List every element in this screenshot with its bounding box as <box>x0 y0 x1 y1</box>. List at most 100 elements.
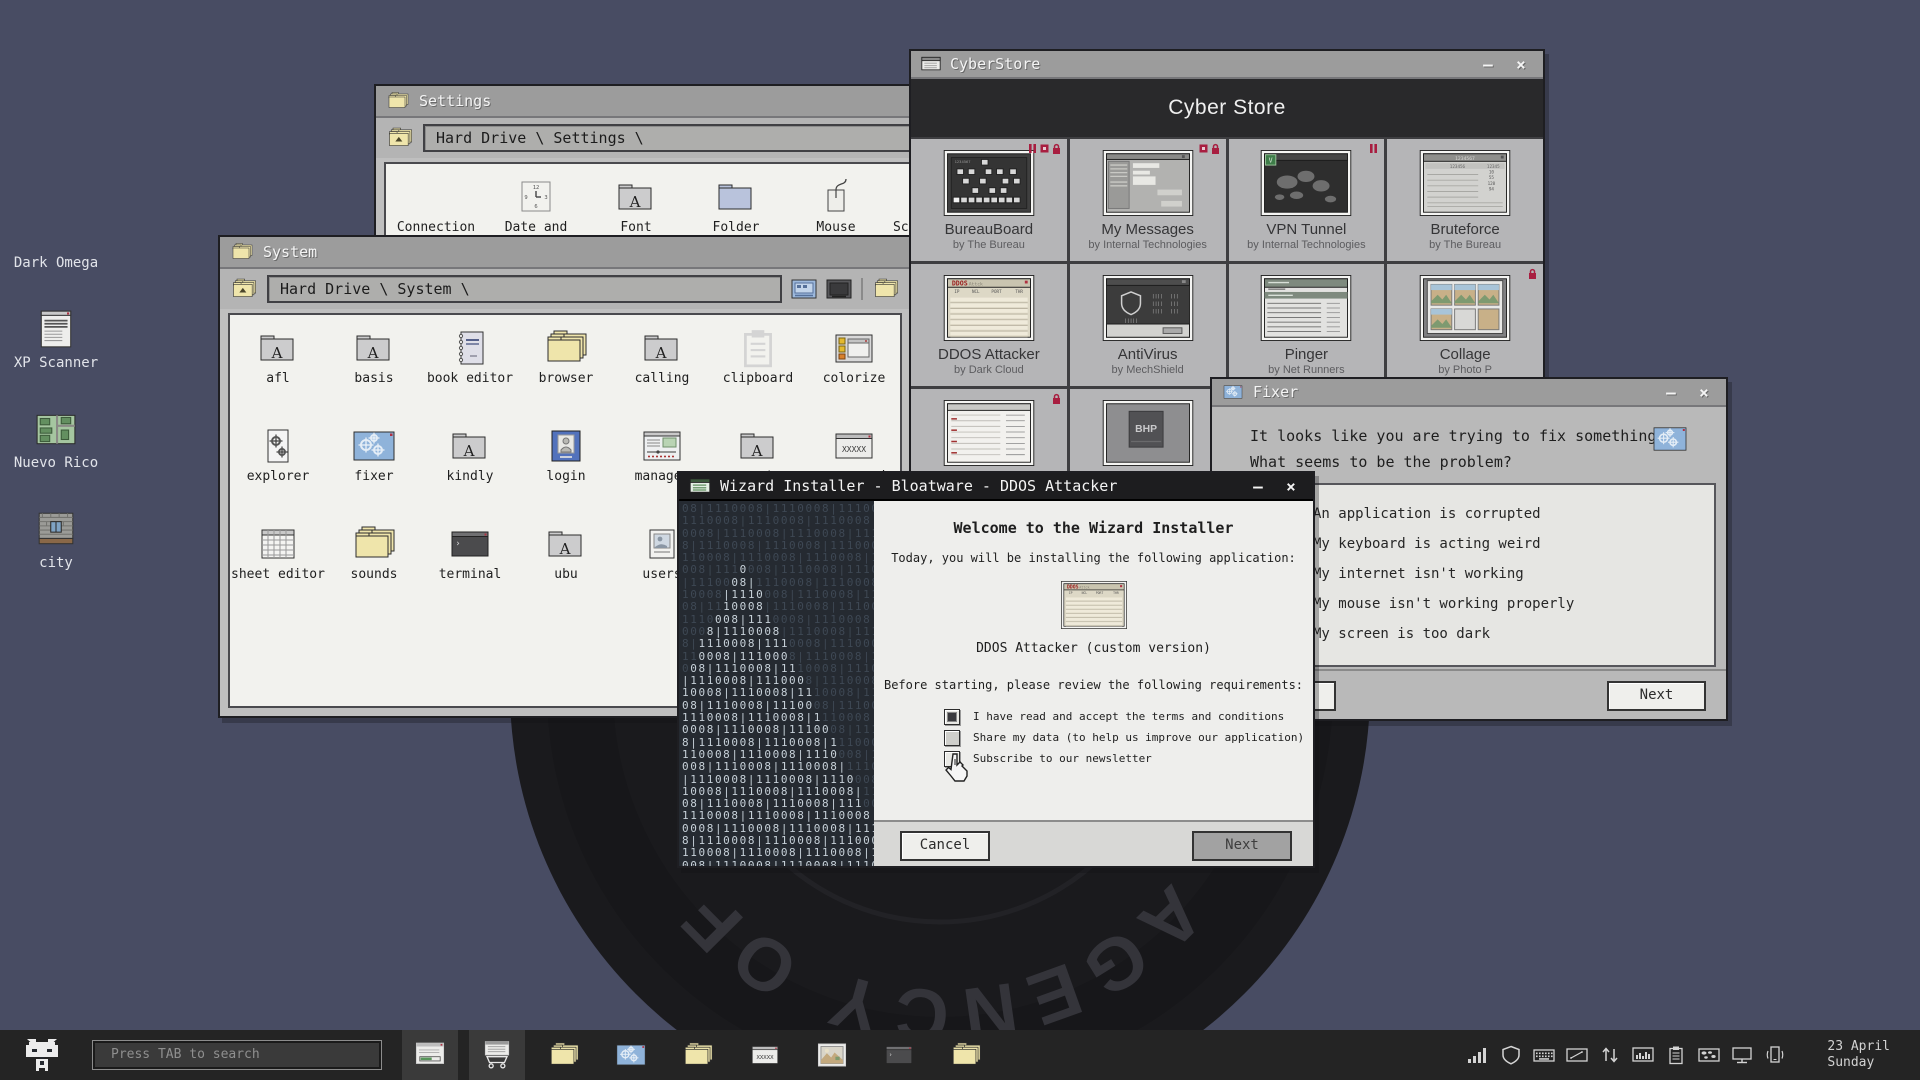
wizard-checkbox-row[interactable]: Share my data (to help us improve our ap… <box>944 727 1313 748</box>
store-tile-My-Messages[interactable]: My Messagesby Internal Technologies <box>1070 139 1226 261</box>
close-button[interactable]: × <box>1692 383 1716 402</box>
tile-app-name: Collage <box>1440 346 1491 363</box>
system-item-book-editor[interactable]: book editor <box>422 321 518 419</box>
store-tile-DDOS-Attacker[interactable]: DDOSAttckIPNCLPORTTHRDDOS Attackerby Dar… <box>911 264 1067 386</box>
fixer-option-label: My internet isn't working <box>1313 566 1524 582</box>
icon-label: Connection <box>397 221 475 236</box>
desktop-icon-Nuevo-Rico[interactable]: Nuevo Rico <box>12 408 100 508</box>
system-item-browser[interactable]: browser <box>518 321 614 419</box>
system-item-login[interactable]: login <box>518 419 614 517</box>
icon-label: Folder <box>713 221 760 236</box>
cancel-button[interactable]: Cancel <box>900 831 990 861</box>
world-map-icon[interactable] <box>1698 1045 1720 1065</box>
tile-badges <box>1199 143 1220 155</box>
system-item-sounds[interactable]: sounds <box>326 517 422 615</box>
folder-a-icon: A <box>638 327 686 369</box>
system-item-explorer[interactable]: explorer <box>230 419 326 517</box>
wizard-checkbox-row[interactable]: I have read and accept the terms and con… <box>944 706 1313 727</box>
close-button[interactable]: × <box>1509 55 1533 74</box>
cyberstore-titlebar[interactable]: CyberStore – × <box>911 51 1543 79</box>
folders-button-icon[interactable] <box>872 277 900 301</box>
desktop-icon-XP-Scanner[interactable]: XP Scanner <box>12 308 100 408</box>
taskbar-item-folder-stack[interactable] <box>536 1030 592 1080</box>
system-item-clipboard[interactable]: clipboard <box>710 321 806 419</box>
taskbar-item-fixer-blue[interactable] <box>603 1030 659 1080</box>
taskbar-item-image-photo[interactable] <box>804 1030 860 1080</box>
checkbox-checked-icon[interactable] <box>944 709 960 725</box>
store-tile-BureauBoard[interactable]: 1234567BureauBoardby The Bureau <box>911 139 1067 261</box>
notebook-icon <box>446 327 494 369</box>
next-button[interactable]: Next <box>1192 831 1292 861</box>
icon-label: calling <box>635 372 690 387</box>
icon-label: basis <box>354 372 393 387</box>
system-titlebar[interactable]: System <box>220 237 910 269</box>
store-tile-Pinger[interactable]: Pingerby Net Runners <box>1229 264 1385 386</box>
wizard-app-name: DDOS Attacker (custom version) <box>874 641 1313 656</box>
network-arrows-icon[interactable] <box>1599 1045 1621 1065</box>
desktop-icon-Dark-Omega[interactable]: <Dark Omega <box>12 208 100 308</box>
system-item-kindly[interactable]: Akindly <box>422 419 518 517</box>
badge-box-icon <box>1199 143 1208 155</box>
wizard-line2: Before starting, please review the follo… <box>874 678 1313 692</box>
system-item-basis[interactable]: Abasis <box>326 321 422 419</box>
taskbar-item-password-window[interactable]: XXXXX <box>737 1030 793 1080</box>
svg-text:||||: |||| <box>1151 294 1162 300</box>
phone-vibrate-icon[interactable] <box>1764 1045 1786 1065</box>
taskbar-item-terminal-dark[interactable]: › <box>871 1030 927 1080</box>
store-tile-Collage[interactable]: Collageby Photo P <box>1387 264 1543 386</box>
system-item-fixer[interactable]: fixer <box>326 419 422 517</box>
cat-logo-icon[interactable] <box>22 1038 62 1072</box>
tile-app-icon: |||||||||||||||||||||||||| <box>1101 275 1195 341</box>
fixer-next-button[interactable]: Next <box>1607 681 1706 711</box>
folder-up-icon[interactable] <box>386 126 414 150</box>
taskbar-item-folder-stack[interactable] <box>938 1030 994 1080</box>
folder-stack-icon <box>350 523 398 565</box>
fixer-titlebar[interactable]: Fixer – × <box>1212 379 1726 407</box>
minimize-button[interactable]: – <box>1476 55 1500 74</box>
wizard-checkbox-list: I have read and accept the terms and con… <box>944 706 1313 769</box>
icon-label: terminal <box>439 568 502 583</box>
taskbar-item-folder-stack[interactable] <box>670 1030 726 1080</box>
clipboard-icon[interactable] <box>1665 1045 1687 1065</box>
screen-icon[interactable] <box>1566 1045 1588 1065</box>
svg-text:55: 55 <box>1489 175 1495 180</box>
taskbar-items: XXXXX › <box>402 1030 1005 1080</box>
taskbar-item-installer-progress[interactable] <box>402 1030 458 1080</box>
icon-label: fixer <box>354 470 393 485</box>
wizard-titlebar[interactable]: Wizard Installer - Bloatware - DDOS Atta… <box>679 473 1313 501</box>
stats-icon[interactable] <box>1632 1045 1654 1065</box>
view-toggle-dark-icon[interactable] <box>826 279 852 299</box>
minimize-button[interactable]: – <box>1246 477 1270 496</box>
system-item-afl[interactable]: Aafl <box>230 321 326 419</box>
view-toggle-blue-icon[interactable] <box>791 279 817 299</box>
system-item-terminal[interactable]: ›terminal <box>422 517 518 615</box>
minimize-button[interactable]: – <box>1659 383 1683 402</box>
search-input[interactable]: Press TAB to search <box>92 1040 382 1070</box>
svg-text:||||: |||| <box>1151 301 1162 307</box>
store-header: Cyber Store <box>911 79 1543 137</box>
taskbar-item-cart[interactable] <box>469 1030 525 1080</box>
store-tile-AntiVirus[interactable]: ||||||||||||||||||||||||||AntiVirusby Me… <box>1070 264 1226 386</box>
system-address-input[interactable]: Hard Drive \ System \ <box>267 275 782 303</box>
svg-text:NCL: NCL <box>972 289 980 294</box>
folder-up-icon[interactable] <box>230 277 258 301</box>
system-item-colorize[interactable]: colorize <box>806 321 902 419</box>
system-item-ubu[interactable]: Aubu <box>518 517 614 615</box>
close-button[interactable]: × <box>1279 477 1303 496</box>
system-item-sheet-editor[interactable]: sheet editor <box>230 517 326 615</box>
fixer-intro-text: It looks like you are trying to fix some… <box>1250 423 1683 475</box>
system-item-calling[interactable]: Acalling <box>614 321 710 419</box>
wizard-checkbox-row[interactable]: Subscribe to our newsletter <box>944 748 1313 769</box>
tile-badges <box>1052 393 1061 405</box>
desktop-icon-city[interactable]: city <box>12 508 100 608</box>
keyboard-icon[interactable] <box>1533 1045 1555 1065</box>
signal-bars-icon[interactable] <box>1467 1045 1489 1065</box>
image-photo-icon <box>815 1040 849 1070</box>
monitor-icon[interactable] <box>1731 1045 1753 1065</box>
shield-icon[interactable] <box>1500 1045 1522 1065</box>
store-tile-Bruteforce[interactable]: 123456712345612345105512094Bruteforceby … <box>1387 139 1543 261</box>
checkbox-pressed-icon[interactable] <box>944 730 960 746</box>
icon-label: Mouse <box>816 221 855 236</box>
desktop-icon-label: Nuevo Rico <box>14 455 98 471</box>
store-tile-VPN-Tunnel[interactable]: VVPN Tunnelby Internal Technologies <box>1229 139 1385 261</box>
